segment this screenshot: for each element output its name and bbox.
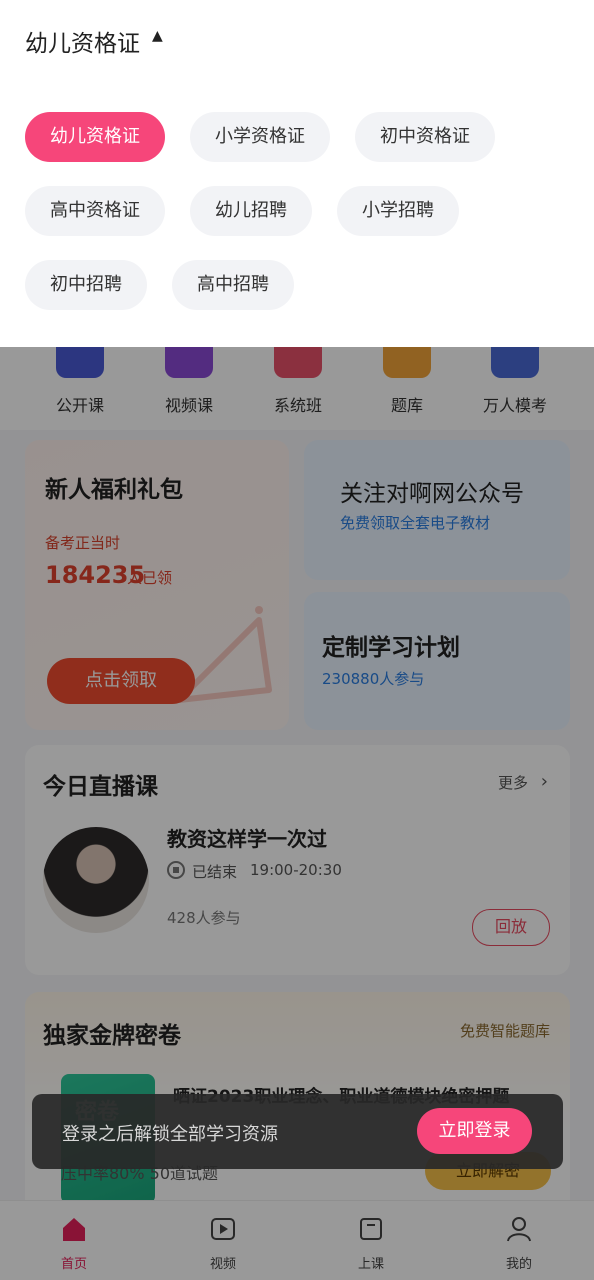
login-toast-text: 登录之后解锁全部学习资源 — [62, 1124, 278, 1145]
category-dropdown: 幼儿资格证 ▲ 幼儿资格证 小学资格证 初中资格证 高中资格证 幼儿招聘 小学招… — [0, 0, 594, 347]
dropdown-title[interactable]: 幼儿资格证 — [25, 24, 140, 58]
option-chip[interactable]: 高中资格证 — [25, 186, 165, 236]
option-chip[interactable]: 小学招聘 — [337, 186, 459, 236]
login-button[interactable]: 立即登录 — [417, 1108, 532, 1154]
option-chip[interactable]: 初中招聘 — [25, 260, 147, 310]
caret-up-icon[interactable]: ▲ — [152, 28, 163, 44]
option-chip[interactable]: 幼儿招聘 — [190, 186, 312, 236]
option-chip[interactable]: 初中资格证 — [355, 112, 495, 162]
option-chip[interactable]: 幼儿资格证 — [25, 112, 165, 162]
login-toast: 登录之后解锁全部学习资源 立即登录 — [32, 1094, 563, 1169]
option-chip[interactable]: 高中招聘 — [172, 260, 294, 310]
option-chip[interactable]: 小学资格证 — [190, 112, 330, 162]
